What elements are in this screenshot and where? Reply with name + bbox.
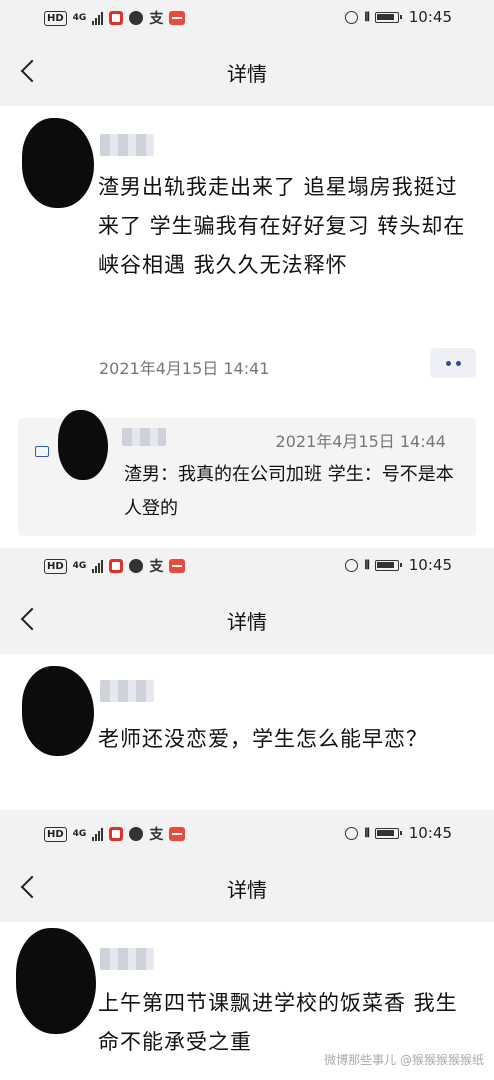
status-right-icons: ⦀ 10:45 — [345, 556, 452, 574]
alipay-icon: 支 — [149, 559, 164, 575]
status-time: 10:45 — [408, 824, 452, 842]
status-left-icons: HD 4G 支 — [44, 556, 186, 576]
network-label: 4G — [72, 560, 87, 571]
alarm-icon — [345, 558, 359, 572]
avatar[interactable] — [22, 666, 94, 756]
reply-avatar[interactable] — [58, 410, 108, 480]
signal-icon — [92, 827, 104, 841]
status-right-icons: ⦀ 10:45 — [345, 8, 452, 26]
vibrate-icon: ⦀ — [364, 9, 369, 24]
reply-card[interactable]: 2021年4月15日 14:44 渣男：我真的在公司加班 学生：号不是本人登的 — [18, 410, 476, 536]
battery-icon — [374, 827, 402, 839]
reply-content: 渣男：我真的在公司加班 学生：号不是本人登的 — [124, 464, 454, 519]
page-title: 详情 — [227, 610, 267, 634]
username-blurred[interactable] — [100, 680, 154, 702]
notification-red-icon — [169, 11, 186, 25]
watermark: 微博那些事儿 @猴猴猴猴猴纸 — [324, 1053, 484, 1067]
status-left-icons: HD 4G 支 — [44, 824, 186, 844]
battery-icon — [374, 11, 402, 23]
status-time: 10:45 — [408, 556, 452, 574]
page-title: 详情 — [227, 878, 267, 902]
notification-red-icon — [169, 559, 186, 573]
reply-username-blurred[interactable] — [122, 428, 166, 446]
reply-timestamp: 2021年4月15日 14:44 — [275, 432, 446, 451]
notification-circle-icon — [129, 827, 144, 841]
page-title: 详情 — [227, 62, 267, 86]
screenshot-panel-3: HD 4G 支 ⦀ 10:45 详情 上午第四节课飘进学校的饭菜香 我生命不能承… — [0, 816, 494, 1080]
comment-icon — [35, 446, 49, 457]
notification-red-icon — [169, 827, 186, 841]
screenshot-panel-1: HD 4G 支 ⦀ 10:45 详情 渣男出轨我走出来了 追星塌房我挺过来了 学… — [0, 0, 494, 548]
username-blurred[interactable] — [100, 948, 154, 970]
status-bar: HD 4G 支 ⦀ 10:45 — [0, 548, 494, 584]
status-right-icons: ⦀ 10:45 — [345, 824, 452, 842]
username-blurred[interactable] — [100, 134, 154, 156]
screenshot-panel-2: HD 4G 支 ⦀ 10:45 详情 老师还没恋爱，学生怎么能早恋？ — [0, 548, 494, 816]
nav-bar: 详情 — [0, 852, 494, 922]
notification-app-icon — [109, 559, 124, 573]
post-content: 渣男出轨我走出来了 追星塌房我挺过来了 学生骗我有在好好复习 转头却在峡谷相遇 … — [98, 175, 466, 277]
notification-app-icon — [109, 827, 124, 841]
hd-icon: HD — [44, 10, 67, 26]
signal-icon — [92, 11, 104, 25]
signal-icon — [92, 559, 104, 573]
status-bar: HD 4G 支 ⦀ 10:45 — [0, 816, 494, 852]
status-bar: HD 4G 支 ⦀ 10:45 — [0, 0, 494, 36]
battery-icon — [374, 559, 402, 571]
nav-bar: 详情 — [0, 584, 494, 654]
notification-circle-icon — [129, 559, 144, 573]
alarm-icon — [345, 826, 359, 840]
status-left-icons: HD 4G 支 — [44, 8, 186, 28]
hd-icon: HD — [44, 558, 67, 574]
network-label: 4G — [72, 12, 87, 23]
notification-app-icon — [109, 11, 124, 25]
more-options-button[interactable] — [430, 348, 476, 378]
nav-bar: 详情 — [0, 36, 494, 106]
post-content: 老师还没恋爱，学生怎么能早恋？ — [98, 727, 428, 751]
alipay-icon: 支 — [149, 827, 164, 843]
status-time: 10:45 — [408, 8, 452, 26]
alarm-icon — [345, 10, 359, 24]
post-timestamp: 2021年4月15日 14:41 — [99, 359, 270, 378]
vibrate-icon: ⦀ — [364, 557, 369, 572]
avatar[interactable] — [22, 118, 94, 208]
notification-circle-icon — [129, 11, 144, 25]
vibrate-icon: ⦀ — [364, 825, 369, 840]
avatar[interactable] — [16, 928, 96, 1034]
hd-icon: HD — [44, 826, 67, 842]
network-label: 4G — [72, 828, 87, 839]
alipay-icon: 支 — [149, 11, 164, 27]
